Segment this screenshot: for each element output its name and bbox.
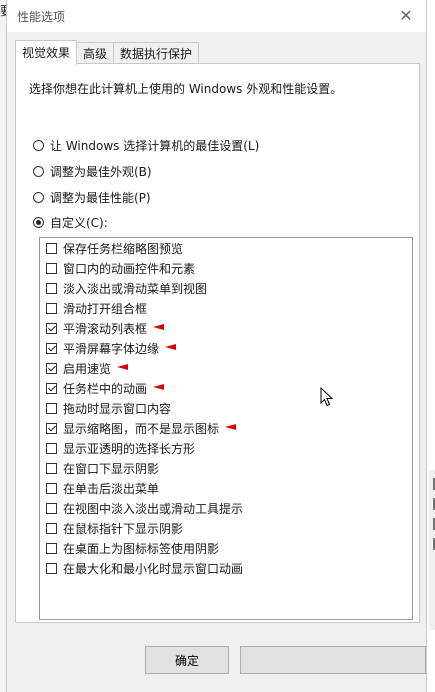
radio-option-3[interactable]: 自定义(C): — [33, 214, 108, 231]
dialog-title: 性能选项 — [17, 10, 66, 24]
red-arrow-annotation-icon — [165, 344, 177, 350]
red-arrow-annotation-icon — [153, 324, 165, 330]
radio-label: 让 Windows 选择计算机的最佳设置(L) — [50, 139, 260, 153]
option-label: 平滑屏幕字体边缘 — [63, 341, 160, 356]
option-label: 在单击后淡出菜单 — [63, 481, 160, 496]
performance-options-dialog: 性能选项 ✕ 视觉效果 高级 数据执行保护 选择你想在此计算机上使用的 Window… — [6, 0, 427, 692]
tab-0[interactable]: 视觉效果 — [15, 40, 78, 65]
radio-button-icon[interactable] — [33, 192, 44, 203]
option-label: 在窗口下显示阴影 — [63, 461, 160, 476]
checkbox[interactable] — [46, 562, 57, 574]
close-icon[interactable]: ✕ — [394, 4, 418, 28]
list-item[interactable]: 任务栏中的动画 — [46, 378, 165, 398]
radio-option-0[interactable]: 让 Windows 选择计算机的最佳设置(L) — [33, 137, 259, 154]
checkbox[interactable] — [46, 342, 57, 354]
radio-button-icon[interactable] — [33, 217, 44, 228]
radio-option-2[interactable]: 调整为最佳性能(P) — [33, 189, 151, 206]
option-label: 在桌面上为图标标签使用阴影 — [63, 541, 220, 556]
list-item[interactable]: 启用速览 — [46, 358, 129, 378]
ok-button[interactable]: 确定 — [145, 646, 229, 674]
option-label: 在最大化和最小化时显示窗口动画 — [63, 561, 244, 576]
list-item[interactable]: 在最大化和最小化时显示窗口动画 — [46, 558, 243, 578]
checkbox[interactable] — [46, 522, 57, 534]
option-label: 滑动打开组合框 — [63, 301, 148, 316]
checkbox[interactable] — [46, 502, 57, 514]
option-label: 显示亚透明的选择长方形 — [63, 441, 196, 456]
red-arrow-annotation-icon — [117, 364, 129, 370]
list-item[interactable]: 窗口内的动画控件和元素 — [46, 258, 195, 278]
list-item[interactable]: 在窗口下显示阴影 — [46, 458, 159, 478]
description-text: 选择你想在此计算机上使用的 Windows 外观和性能设置。 — [29, 82, 343, 96]
radio-button-icon[interactable] — [33, 166, 44, 177]
checkbox[interactable] — [46, 282, 57, 294]
red-arrow-annotation-icon — [225, 424, 237, 430]
radio-option-1[interactable]: 调整为最佳外观(B) — [33, 163, 152, 180]
visual-effects-list[interactable]: 保存任务栏缩略图预览 窗口内的动画控件和元素 淡入淡出或滑动菜单到视图 滑动打开组合框… — [39, 237, 413, 620]
option-label: 显示缩略图，而不是显示图标 — [63, 421, 220, 436]
list-item[interactable]: 保存任务栏缩略图预览 — [46, 238, 183, 258]
option-label: 保存任务栏缩略图预览 — [63, 241, 184, 256]
list-item[interactable]: 平滑屏幕字体边缘 — [46, 338, 177, 358]
tab-1[interactable]: 高级 — [76, 42, 115, 65]
list-item[interactable]: 在桌面上为图标标签使用阴影 — [46, 538, 219, 558]
option-label: 启用速览 — [63, 361, 112, 376]
option-label: 在视图中淡入淡出或滑动工具提示 — [63, 501, 244, 516]
option-label: 任务栏中的动画 — [63, 381, 148, 396]
tab-2[interactable]: 数据执行保护 — [113, 42, 200, 65]
checkbox[interactable] — [46, 302, 57, 314]
radio-button-icon[interactable] — [33, 140, 44, 151]
list-item[interactable]: 显示亚透明的选择长方形 — [46, 438, 195, 458]
radio-label: 调整为最佳性能(P) — [50, 191, 151, 205]
radio-label: 调整为最佳外观(B) — [50, 165, 152, 179]
checkbox[interactable] — [46, 262, 57, 274]
radio-label: 自定义(C): — [50, 216, 108, 230]
checkbox[interactable] — [46, 442, 57, 454]
list-item[interactable]: 在视图中淡入淡出或滑动工具提示 — [46, 498, 243, 518]
checkbox[interactable] — [46, 322, 57, 334]
option-label: 拖动时显示窗口内容 — [63, 401, 172, 416]
list-item[interactable]: 淡入淡出或滑动菜单到视图 — [46, 278, 207, 298]
list-item[interactable]: 滑动打开组合框 — [46, 298, 147, 318]
background-window-right — [429, 470, 435, 630]
list-item[interactable]: 显示缩略图，而不是显示图标 — [46, 418, 237, 438]
mouse-pointer-icon — [320, 387, 334, 407]
checkbox[interactable] — [46, 402, 57, 414]
cancel-button[interactable] — [240, 646, 426, 674]
list-item[interactable]: 在单击后淡出菜单 — [46, 478, 159, 498]
checkbox[interactable] — [46, 462, 57, 474]
checkbox[interactable] — [46, 482, 57, 494]
option-label: 平滑滚动列表框 — [63, 321, 148, 336]
list-item[interactable]: 拖动时显示窗口内容 — [46, 398, 171, 418]
checkbox[interactable] — [46, 422, 57, 434]
tab-strip: 视觉效果 高级 数据执行保护 — [15, 40, 200, 65]
tab-panel-visual-effects: 选择你想在此计算机上使用的 Windows 外观和性能设置。 让 Windows… — [15, 63, 420, 623]
list-item[interactable]: 在鼠标指针下显示阴影 — [46, 518, 183, 538]
option-label: 在鼠标指针下显示阴影 — [63, 521, 184, 536]
checkbox[interactable] — [46, 382, 57, 394]
checkbox[interactable] — [46, 542, 57, 554]
checkbox[interactable] — [46, 362, 57, 374]
red-arrow-annotation-icon — [153, 384, 165, 390]
checkbox[interactable] — [46, 242, 57, 254]
option-label: 淡入淡出或滑动菜单到视图 — [63, 281, 208, 296]
list-item[interactable]: 平滑滚动列表框 — [46, 318, 165, 338]
option-label: 窗口内的动画控件和元素 — [63, 261, 196, 276]
title-bar[interactable]: 性能选项 ✕ — [7, 0, 426, 32]
screen: 要 性能选项 ✕ 视觉效果 高级 数据执行保护 选择你想在此计算机上使用的 Wind… — [0, 0, 435, 692]
